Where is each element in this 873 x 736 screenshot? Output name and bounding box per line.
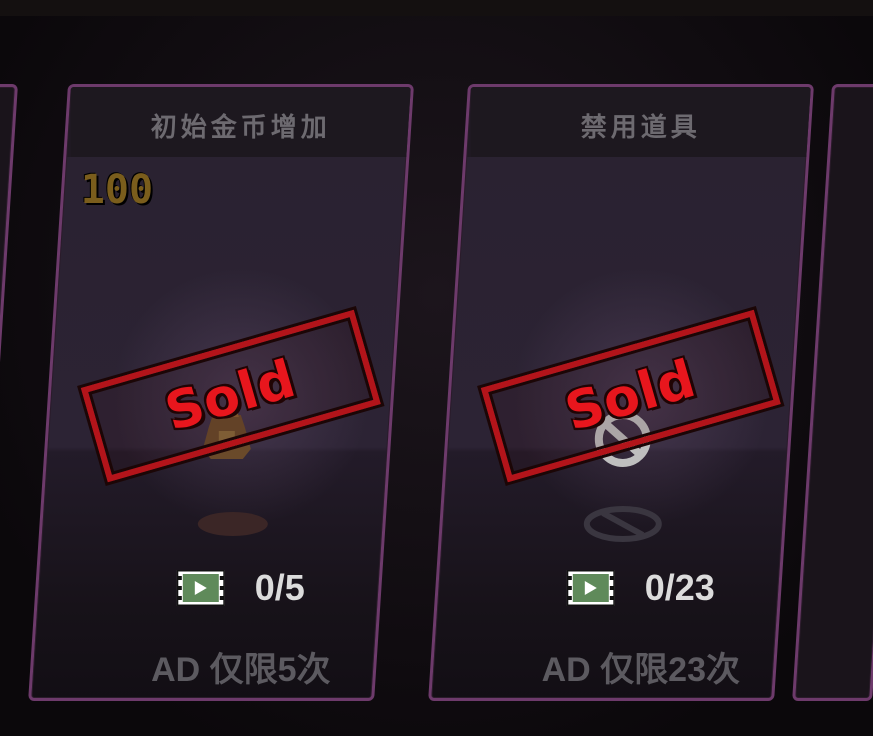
ad-progress: 0/23 <box>644 567 715 608</box>
shop-card-starting-gold[interactable]: 初始金币增加 100 Sold 0/5 AD 仅限5次 <box>28 84 414 701</box>
ad-limit-label: AD 仅限23次 <box>541 651 740 689</box>
video-ad-icon <box>566 570 615 606</box>
sold-stamp-text: Sold <box>558 348 703 444</box>
card-content: 初始金币增加 100 Sold 0/5 AD 仅限5次 <box>70 87 411 698</box>
item-shadow <box>197 512 268 536</box>
ban-icon-shadow <box>583 506 662 542</box>
ad-progress: 0/5 <box>254 567 305 608</box>
item-value: 100 <box>80 167 154 213</box>
video-ad-icon <box>176 570 225 606</box>
shop-screen: 初始金币增加 100 Sold 0/5 AD 仅限5次 禁用道具 Sold 0/… <box>0 0 873 736</box>
ad-limit-label: AD 仅限5次 <box>151 651 331 689</box>
card-title: 初始金币增加 <box>150 113 331 143</box>
ad-watch-row[interactable]: 0/5 <box>71 567 411 609</box>
top-bar <box>0 0 873 16</box>
card-content: 禁用道具 Sold 0/23 AD 仅限23次 <box>470 87 811 698</box>
sold-stamp-text: Sold <box>158 348 303 444</box>
shop-card-ban-item[interactable]: 禁用道具 Sold 0/23 AD 仅限23次 <box>428 84 814 701</box>
card-title: 禁用道具 <box>580 113 701 143</box>
shop-card-partial-left[interactable] <box>0 84 18 701</box>
ad-watch-row[interactable]: 0/23 <box>471 567 811 609</box>
